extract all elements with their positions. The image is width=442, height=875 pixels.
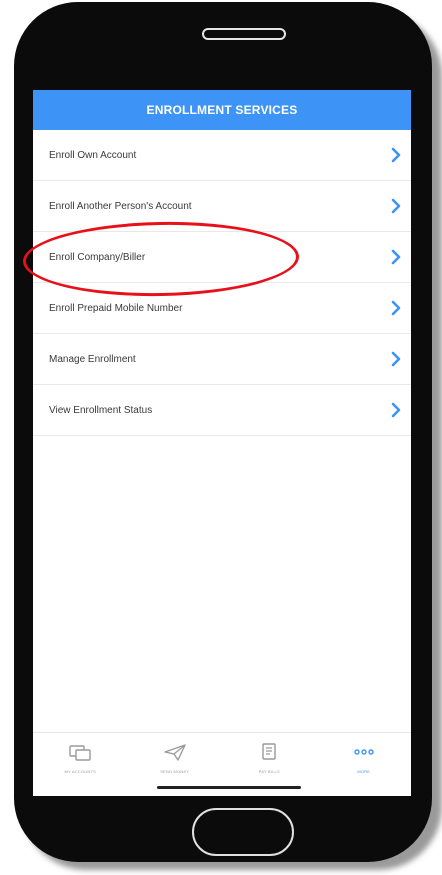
enrollment-menu: Enroll Own Account Enroll Another Person… — [33, 130, 411, 436]
menu-item-label: Enroll Another Person's Account — [49, 200, 192, 212]
tab-label: MORE — [357, 769, 371, 774]
chevron-right-icon — [391, 249, 401, 265]
header-bar: ENROLLMENT SERVICES — [33, 90, 411, 130]
app-screen: ENROLLMENT SERVICES Enroll Own Account E… — [33, 90, 411, 796]
accounts-icon — [69, 745, 91, 761]
page-title: ENROLLMENT SERVICES — [146, 103, 298, 117]
tab-more[interactable]: MORE — [317, 733, 412, 796]
tab-label: MY ACCOUNTS — [64, 769, 96, 774]
menu-item-manage-enrollment[interactable]: Manage Enrollment — [33, 334, 411, 385]
tab-label: PAY BILLS — [258, 769, 280, 774]
home-button[interactable] — [192, 808, 294, 856]
chevron-right-icon — [391, 300, 401, 316]
menu-item-enroll-own-account[interactable]: Enroll Own Account — [33, 130, 411, 181]
menu-item-enroll-another-person-account[interactable]: Enroll Another Person's Account — [33, 181, 411, 232]
menu-item-label: Enroll Prepaid Mobile Number — [49, 302, 183, 314]
menu-item-enroll-prepaid-mobile-number[interactable]: Enroll Prepaid Mobile Number — [33, 283, 411, 334]
more-dots-icon — [354, 749, 374, 755]
menu-item-label: View Enrollment Status — [49, 404, 153, 416]
menu-item-enroll-company-biller[interactable]: Enroll Company/Biller — [33, 232, 411, 283]
chevron-right-icon — [391, 198, 401, 214]
chevron-right-icon — [391, 147, 401, 163]
menu-item-view-enrollment-status[interactable]: View Enrollment Status — [33, 385, 411, 436]
home-indicator — [157, 786, 301, 789]
chevron-right-icon — [391, 351, 401, 367]
menu-item-label: Enroll Own Account — [49, 149, 137, 161]
paper-plane-icon — [164, 744, 186, 761]
bill-icon — [262, 743, 276, 760]
menu-item-label: Manage Enrollment — [49, 353, 136, 365]
speaker-slot — [202, 28, 286, 40]
tab-label: SEND MONEY — [160, 769, 190, 774]
menu-item-label: Enroll Company/Biller — [49, 251, 146, 263]
tab-my-accounts[interactable]: MY ACCOUNTS — [33, 733, 128, 796]
chevron-right-icon — [391, 402, 401, 418]
